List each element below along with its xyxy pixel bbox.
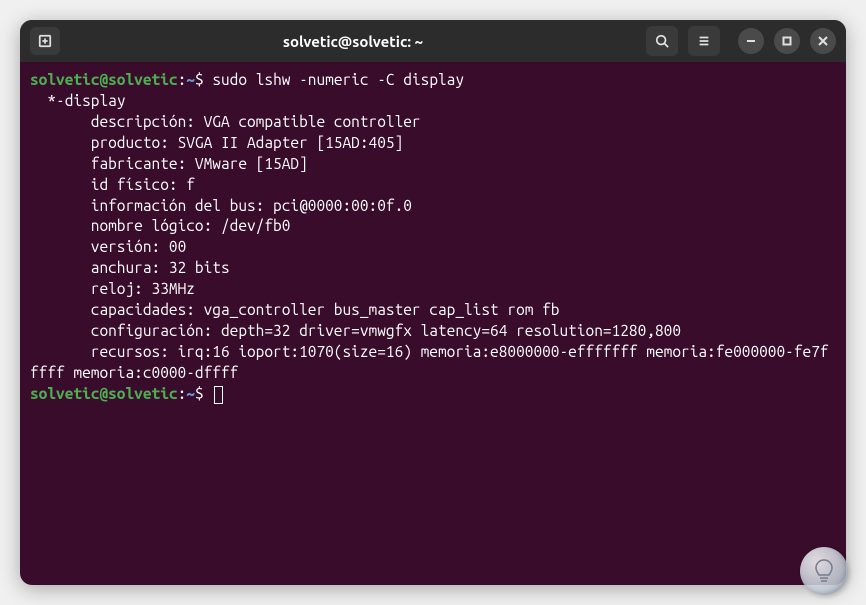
prompt-dollar: $: [195, 71, 212, 88]
menu-button[interactable]: [688, 26, 720, 56]
titlebar-right: [646, 26, 836, 56]
search-button[interactable]: [646, 26, 678, 56]
output-line: fabricante: VMware [15AD]: [30, 155, 308, 172]
maximize-button[interactable]: [774, 28, 800, 54]
lightbulb-icon: [809, 556, 839, 586]
close-button[interactable]: [810, 28, 836, 54]
prompt-colon: :: [178, 385, 187, 402]
output-line: *-display: [30, 92, 126, 109]
output-line: recursos: irq:16 ioport:1070(size=16) me…: [30, 343, 829, 381]
output-line: anchura: 32 bits: [30, 259, 230, 276]
minimize-button[interactable]: [738, 28, 764, 54]
output-line: nombre lógico: /dev/fb0: [30, 217, 290, 234]
prompt-user: solvetic@solvetic: [30, 71, 178, 88]
output-line: id físico: f: [30, 176, 195, 193]
output-line: reloj: 33MHz: [30, 280, 195, 297]
titlebar-left: [30, 27, 60, 55]
close-icon: [818, 36, 828, 46]
prompt-user: solvetic@solvetic: [30, 385, 178, 402]
cursor: [214, 386, 223, 404]
prompt-dollar: $: [195, 385, 212, 402]
command-text: sudo lshw -numeric -C display: [212, 71, 464, 88]
terminal-content[interactable]: solvetic@solvetic:~$ sudo lshw -numeric …: [20, 62, 846, 413]
new-tab-icon: [38, 34, 52, 48]
output-line: descripción: VGA compatible controller: [30, 113, 421, 130]
prompt-path: ~: [186, 71, 195, 88]
window-controls: [738, 28, 836, 54]
window-title: solvetic@solvetic: ~: [66, 33, 640, 50]
watermark-logo: [800, 547, 848, 595]
output-line: configuración: depth=32 driver=vmwgfx la…: [30, 322, 681, 339]
terminal-window: solvetic@solvetic: ~ solvetic@solvetic: [20, 20, 846, 585]
output-line: información del bus: pci@0000:00:0f.0: [30, 197, 412, 214]
titlebar: solvetic@solvetic: ~: [20, 20, 846, 62]
minimize-icon: [746, 36, 756, 46]
maximize-icon: [782, 36, 792, 46]
output-line: producto: SVGA II Adapter [15AD:405]: [30, 134, 403, 151]
new-tab-button[interactable]: [30, 27, 60, 55]
output-line: capacidades: vga_controller bus_master c…: [30, 301, 560, 318]
prompt-colon: :: [178, 71, 187, 88]
search-icon: [655, 34, 669, 48]
output-line: versión: 00: [30, 238, 186, 255]
prompt-path: ~: [186, 385, 195, 402]
hamburger-icon: [697, 34, 711, 48]
